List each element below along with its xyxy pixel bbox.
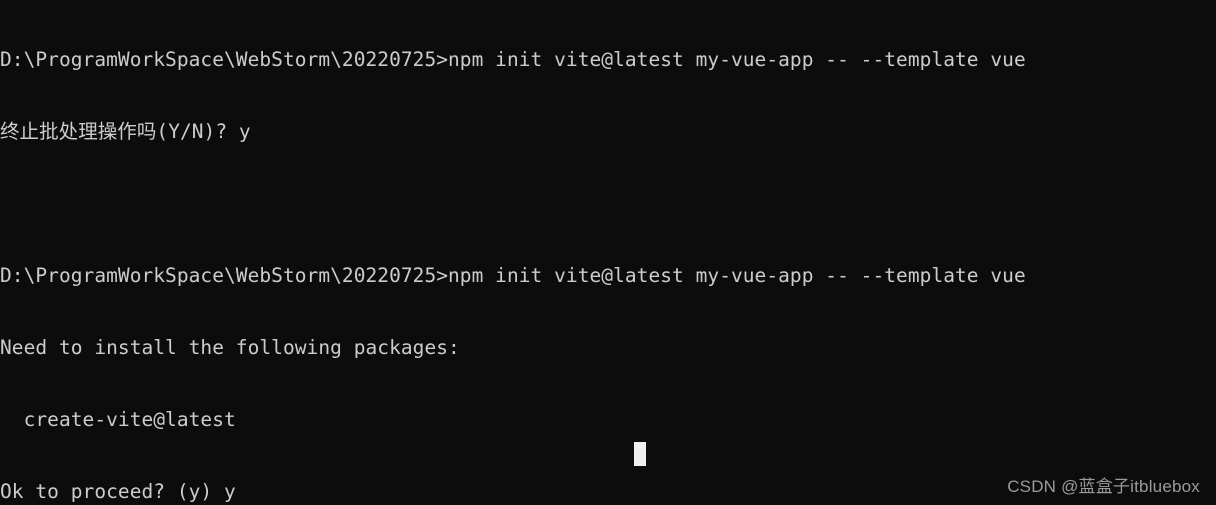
console-line: D:\ProgramWorkSpace\WebStorm\20220725>np… [0, 264, 1026, 287]
console-line: 终止批处理操作吗(Y/N)? y [0, 120, 251, 143]
console-line: D:\ProgramWorkSpace\WebStorm\20220725>np… [0, 48, 1026, 71]
console-line: Need to install the following packages: [0, 336, 460, 359]
watermark: CSDN @蓝盒子itbluebox [1007, 477, 1200, 496]
console-output: D:\ProgramWorkSpace\WebStorm\20220725>np… [0, 0, 1216, 505]
text-cursor [634, 442, 646, 466]
console-line: create-vite@latest [0, 408, 236, 431]
console-line-blank [0, 192, 1216, 216]
terminal-window[interactable]: D:\ProgramWorkSpace\WebStorm\20220725>np… [0, 0, 1216, 505]
